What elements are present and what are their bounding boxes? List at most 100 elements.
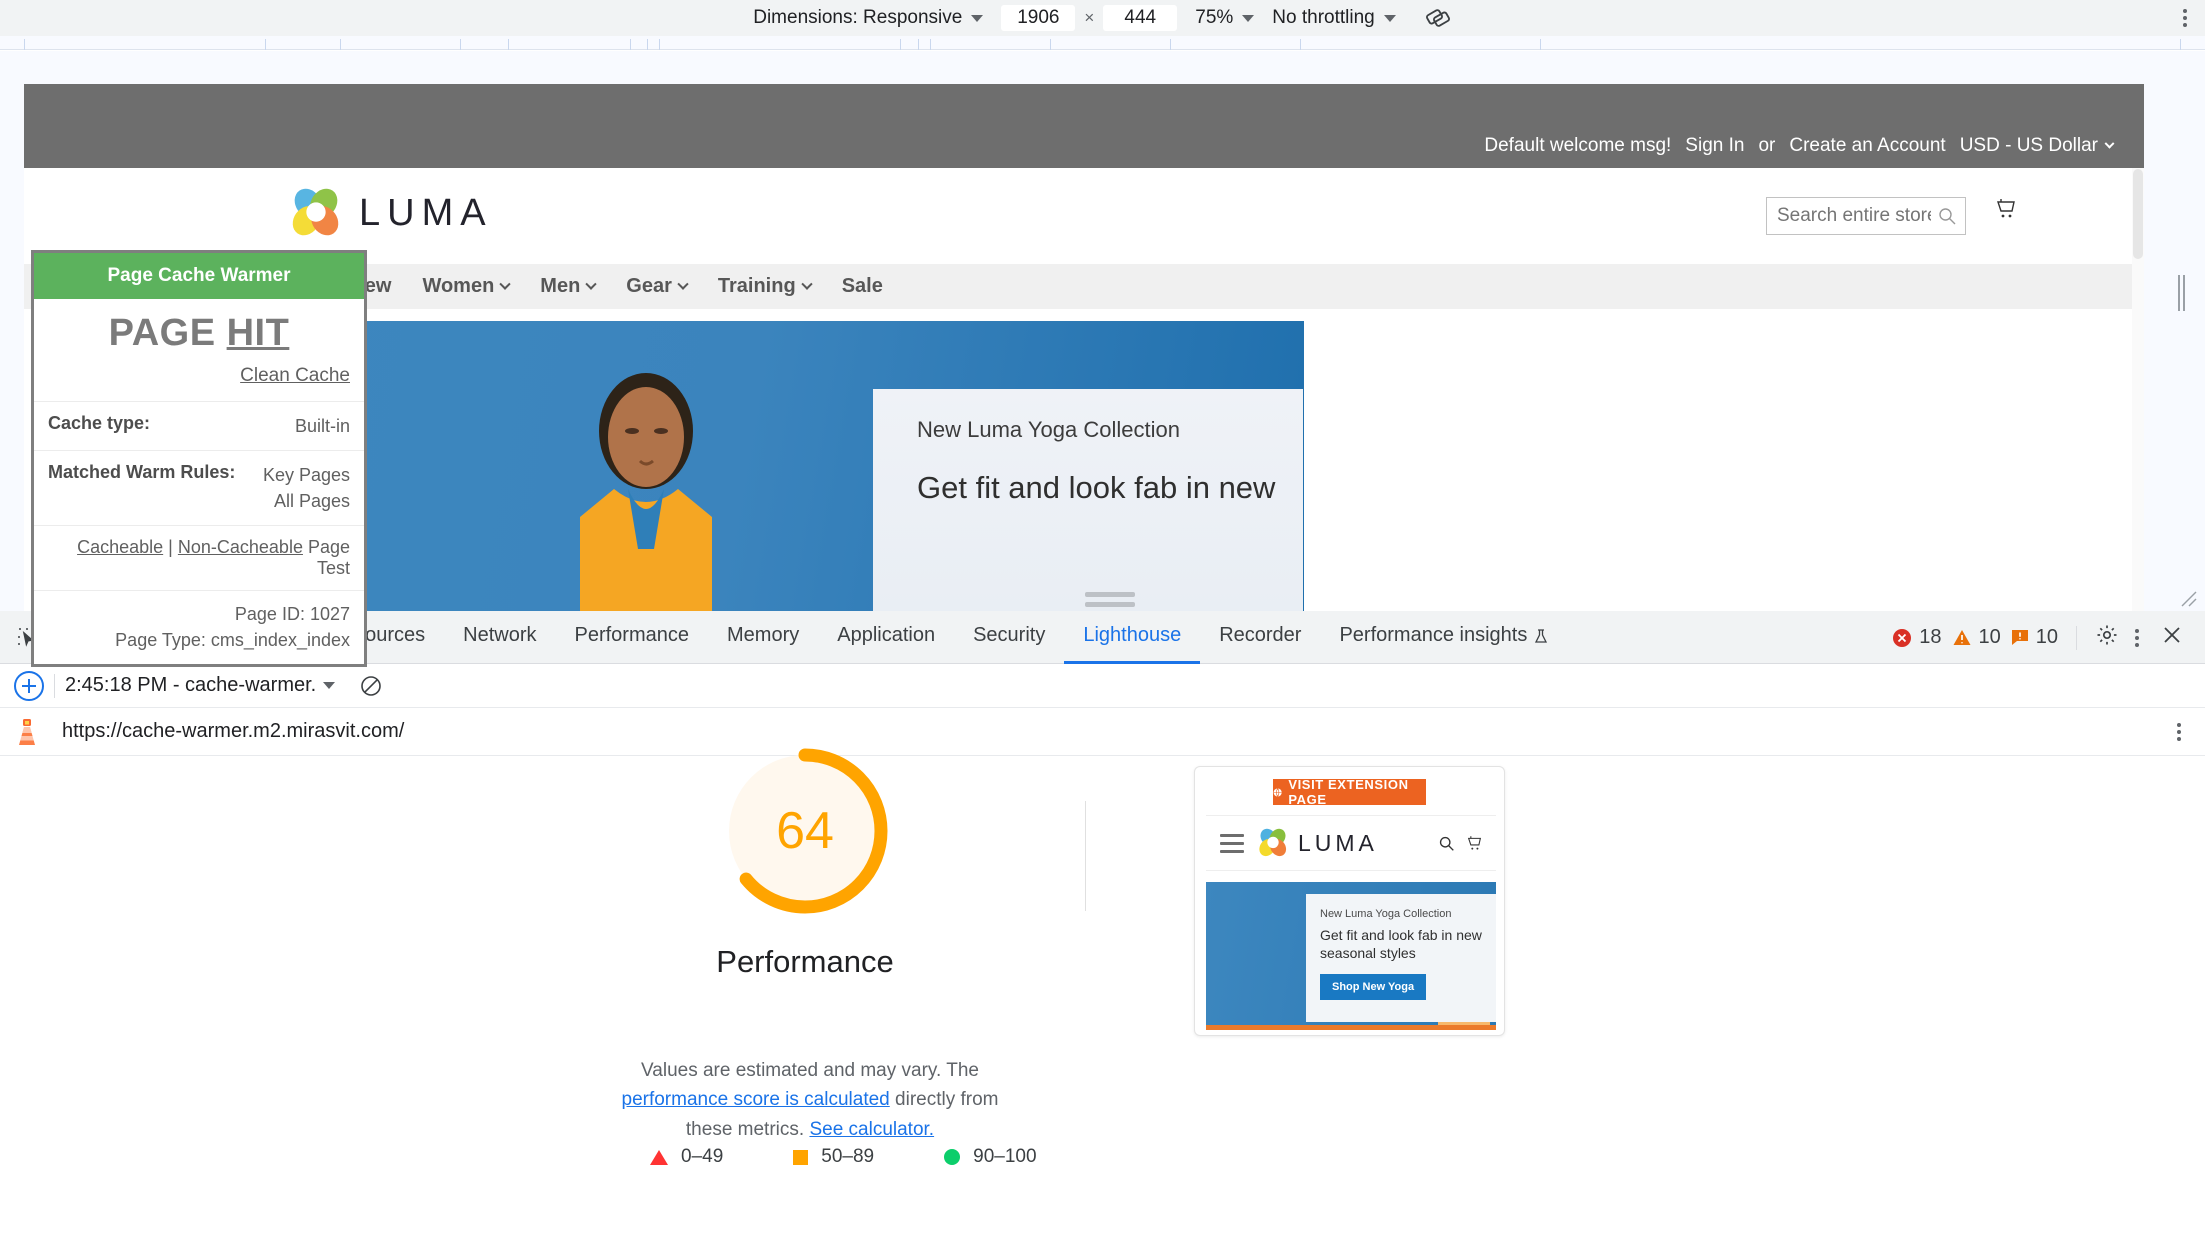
warning-count[interactable]: 10 xyxy=(1952,626,2001,649)
tab-label: Recorder xyxy=(1219,624,1302,646)
nav-item-sale[interactable]: Sale xyxy=(842,275,883,298)
lighthouse-report-more-button[interactable] xyxy=(2171,717,2187,747)
lighthouse-report-body: 64 Performance Values are estimated and … xyxy=(0,748,2205,1246)
thumbnail-hero-title: Get fit and look fab in new seasonal sty… xyxy=(1320,927,1482,962)
nav-label: Sale xyxy=(841,275,883,297)
cacheable-link[interactable]: Cacheable xyxy=(77,537,163,557)
report-selector-label: 2:45:18 PM - cache-warmer. xyxy=(65,674,317,696)
gear-icon[interactable] xyxy=(2095,623,2119,652)
tab-recorder[interactable]: Recorder xyxy=(1200,611,1320,664)
clear-reports-button[interactable] xyxy=(359,674,383,698)
chevron-down-icon xyxy=(1242,14,1255,22)
viewport-corner-resize-grip[interactable] xyxy=(2176,586,2198,613)
thumbnail-header-icons xyxy=(1438,834,1484,853)
performance-score-value: 64 xyxy=(776,802,834,860)
see-calculator-link[interactable]: See calculator. xyxy=(809,1119,934,1140)
viewport-resize-handle[interactable] xyxy=(2178,275,2188,311)
info-count[interactable]: 10 xyxy=(2011,626,2058,649)
thumbnail-hero-kicker: New Luma Yoga Collection xyxy=(1320,908,1452,920)
nav-label: Training xyxy=(717,275,796,297)
cart-icon[interactable] xyxy=(1993,196,2019,227)
chevron-down-icon xyxy=(971,14,984,22)
chevron-down-icon xyxy=(801,278,813,290)
rotate-icon[interactable] xyxy=(1424,4,1452,32)
page-id: Page ID: 1027 xyxy=(234,604,350,625)
tab-label: Memory xyxy=(727,624,800,646)
create-account-link[interactable]: Create an Account xyxy=(1789,135,1945,157)
zoom-dropdown[interactable]: 75% xyxy=(1195,7,1255,29)
chevron-down-icon xyxy=(677,278,689,290)
devtools-drawer-drag-handle[interactable] xyxy=(1085,592,1135,607)
error-count[interactable]: 18 xyxy=(1892,626,1942,649)
devtools-panel: Elements Console Sources Network Perform… xyxy=(0,611,2205,1247)
performance-score-link[interactable]: performance score is calculated xyxy=(622,1089,890,1110)
tab-label: Security xyxy=(973,624,1046,646)
nav-item-gear[interactable]: Gear xyxy=(626,275,689,298)
devtools-status-area: 18 10 10 xyxy=(1892,611,2189,664)
store-logo-text: LUMA xyxy=(359,191,493,234)
legend-item-pass: 90–100 xyxy=(944,1146,1037,1168)
tab-performance-insights[interactable]: Performance insights xyxy=(1320,611,1567,664)
chevron-down-icon xyxy=(1383,14,1396,22)
sign-in-link[interactable]: Sign In xyxy=(1685,135,1744,157)
tab-performance[interactable]: Performance xyxy=(556,611,709,664)
warm-rules-row: Matched Warm Rules: Key Pages All Pages xyxy=(34,450,364,525)
nav-item-training[interactable]: Training xyxy=(717,275,813,298)
report-selector-dropdown[interactable]: 2:45:18 PM - cache-warmer. xyxy=(65,674,336,697)
warm-rule-1: Key Pages xyxy=(262,465,350,486)
luma-logo-icon xyxy=(287,184,345,242)
score-legend: 0–49 50–89 90–100 xyxy=(650,1146,1037,1168)
search-icon[interactable] xyxy=(1937,206,1957,231)
search-input[interactable] xyxy=(1766,197,1966,235)
warm-rules-values: Key Pages All Pages xyxy=(263,462,350,514)
tab-network[interactable]: Network xyxy=(444,611,555,664)
desc-part-1: Values are estimated and may vary. The xyxy=(641,1060,979,1081)
throttling-dropdown[interactable]: No throttling xyxy=(1272,7,1396,29)
clean-cache-link[interactable]: Clean Cache xyxy=(240,365,350,386)
lighthouse-url-row: https://cache-warmer.m2.mirasvit.com/ xyxy=(0,708,2205,756)
page-screenshot-thumbnail: VISIT EXTENSION PAGE LUMA New Luma Yoga … xyxy=(1194,766,1505,1036)
thumbnail-store-header: LUMA xyxy=(1206,815,1496,871)
page-cache-warmer-panel: Page Cache Warmer PAGE HIT Clean Cache C… xyxy=(31,250,367,668)
dot xyxy=(2183,16,2187,20)
visit-extension-label: VISIT EXTENSION PAGE xyxy=(1288,777,1409,807)
store-logo[interactable]: LUMA xyxy=(287,184,493,242)
cache-type-label: Cache type: xyxy=(48,413,151,433)
shop-new-yoga-button[interactable]: Shop New Yoga xyxy=(1320,974,1427,1001)
new-lighthouse-report-button[interactable] xyxy=(14,670,44,701)
viewport-width-input[interactable] xyxy=(1001,5,1076,31)
nav-item-women[interactable]: Women xyxy=(422,275,511,298)
tab-security[interactable]: Security xyxy=(954,611,1064,664)
devtools-more-button[interactable] xyxy=(2129,623,2145,653)
or-text: or xyxy=(1758,135,1776,156)
hamburger-icon[interactable] xyxy=(1220,833,1244,853)
tab-lighthouse[interactable]: Lighthouse xyxy=(1064,611,1201,664)
dimensions-dropdown[interactable]: Dimensions: Responsive xyxy=(753,7,984,29)
tab-label: Performance xyxy=(574,624,690,646)
search-icon[interactable] xyxy=(1438,835,1455,852)
dot xyxy=(2183,23,2187,27)
visit-extension-page-banner[interactable]: VISIT EXTENSION PAGE xyxy=(1273,777,1426,807)
viewport-height-input[interactable] xyxy=(1103,5,1178,31)
nav-item-men[interactable]: Men xyxy=(540,275,597,298)
close-icon[interactable] xyxy=(2155,618,2189,657)
tab-application[interactable]: Application xyxy=(818,611,954,664)
tab-memory[interactable]: Memory xyxy=(708,611,818,664)
device-toolbar-more-button[interactable] xyxy=(2183,9,2187,27)
hero-text-card: New Luma Yoga Collection Get fit and loo… xyxy=(873,389,1303,611)
score-description: Values are estimated and may vary. The p… xyxy=(600,1056,1020,1144)
throttling-label: No throttling xyxy=(1272,7,1375,28)
currency-switcher[interactable]: USD - US Dollar xyxy=(1960,135,2115,157)
thumbnail-logo-text: LUMA xyxy=(1298,829,1378,856)
divider xyxy=(1085,801,1086,911)
dot xyxy=(2183,9,2187,13)
lighthouse-icon xyxy=(19,718,35,745)
page-test-label: Page Test xyxy=(302,537,350,579)
page-scrollbar-thumb[interactable] xyxy=(2133,169,2143,259)
divider xyxy=(2076,625,2077,650)
error-count-value: 18 xyxy=(1919,626,1942,648)
non-cacheable-link[interactable]: Non-Cacheable xyxy=(178,537,303,557)
cache-status-value: HIT xyxy=(226,312,290,354)
hero-title: Get fit and look fab in new xyxy=(917,470,1276,505)
cart-icon[interactable] xyxy=(1465,834,1484,853)
